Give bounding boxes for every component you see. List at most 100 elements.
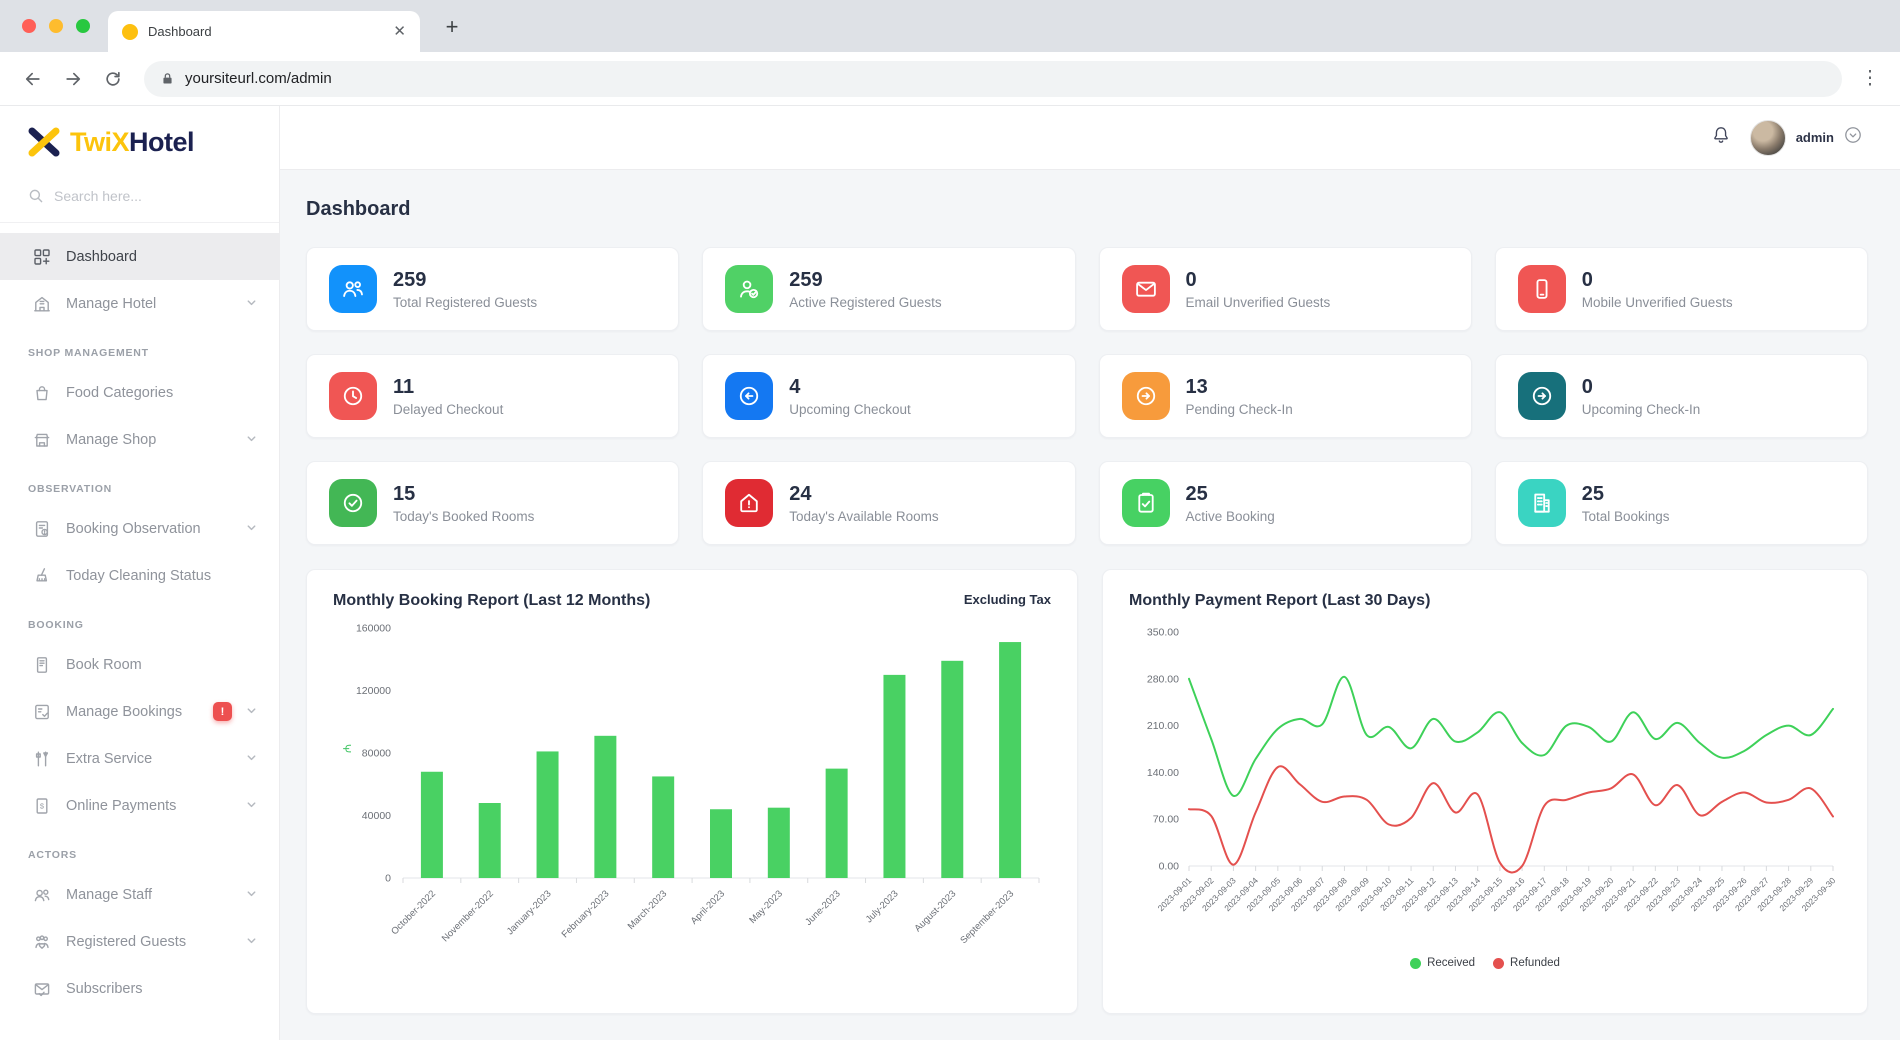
notifications-button[interactable] xyxy=(1710,124,1732,151)
stat-value: 25 xyxy=(1582,483,1670,505)
svg-text:February-2023: February-2023 xyxy=(560,888,612,940)
bell-icon xyxy=(1710,124,1732,146)
sidebar-item-label: Dashboard xyxy=(66,249,257,265)
legend-label: Refunded xyxy=(1510,957,1560,969)
svg-text:April-2023: April-2023 xyxy=(689,888,727,926)
bar-August-2023 xyxy=(941,661,963,878)
refresh-button[interactable] xyxy=(96,62,130,96)
svg-text:$: $ xyxy=(40,801,45,810)
minimize-window-button[interactable] xyxy=(49,19,63,33)
tab-close-icon[interactable]: ✕ xyxy=(393,24,406,39)
svg-text:August-2023: August-2023 xyxy=(913,888,959,934)
sidebar-item-booking-observation[interactable]: Booking Observation xyxy=(0,505,279,552)
cleaning-icon xyxy=(32,566,52,586)
brand-logo[interactable]: TwiXHotel xyxy=(0,106,279,172)
x-axis-ticks xyxy=(403,878,1039,883)
close-window-button[interactable] xyxy=(22,19,36,33)
svg-text:280.00: 280.00 xyxy=(1147,673,1179,685)
arrow-right-circle-icon xyxy=(1518,372,1566,420)
online-payments-icon: $ xyxy=(32,796,52,816)
back-button[interactable] xyxy=(16,62,50,96)
arrow-left-circle-icon xyxy=(725,372,773,420)
sidebar-item-subscribers[interactable]: Subscribers xyxy=(0,965,279,1012)
back-icon xyxy=(23,69,43,89)
svg-text:November-2022: November-2022 xyxy=(440,888,496,944)
sidebar-item-online-payments[interactable]: $Online Payments xyxy=(0,782,279,829)
stat-card-active-booking: 25 Active Booking xyxy=(1099,461,1472,545)
stat-label: Today's Booked Rooms xyxy=(393,509,534,524)
bar-May-2023 xyxy=(768,808,790,878)
alert-badge: ! xyxy=(213,702,232,721)
forward-button[interactable] xyxy=(56,62,90,96)
sidebar-section-label-actors: ACTORS xyxy=(0,829,279,871)
svg-text:March-2023: March-2023 xyxy=(626,888,670,932)
sidebar-item-manage-bookings[interactable]: Manage Bookings! xyxy=(0,688,279,735)
sidebar-section-label-observation: OBSERVATION xyxy=(0,463,279,505)
bars xyxy=(421,642,1021,878)
line-received xyxy=(1189,677,1833,796)
stat-card-total-bookings: 25 Total Bookings xyxy=(1495,461,1868,545)
clock-icon xyxy=(329,372,377,420)
sidebar-item-manage-staff[interactable]: Manage Staff xyxy=(0,871,279,918)
guests-icon xyxy=(32,932,52,952)
stat-label: Active Booking xyxy=(1186,509,1275,524)
sidebar-item-food-categories[interactable]: Food Categories xyxy=(0,369,279,416)
extra-service-icon xyxy=(32,749,52,769)
logo-text-secondary: Hotel xyxy=(129,127,194,157)
chevron-down-icon xyxy=(246,703,257,721)
stat-value: 259 xyxy=(393,269,537,291)
sidebar-item-dashboard[interactable]: Dashboard xyxy=(0,233,279,280)
stat-card-delayed-checkout: 11Delayed Checkout xyxy=(306,354,679,438)
booking-chart-subtitle: Excluding Tax xyxy=(964,592,1051,607)
lock-icon xyxy=(160,71,175,86)
sidebar-item-extra-service[interactable]: Extra Service xyxy=(0,735,279,782)
stat-label: Pending Check-In xyxy=(1186,402,1293,417)
sidebar-item-today-cleaning-status[interactable]: Today Cleaning Status xyxy=(0,552,279,599)
tab-title: Dashboard xyxy=(148,24,383,39)
logo-text: TwiXHotel xyxy=(70,127,194,158)
browser-tab-strip: Dashboard ✕ + xyxy=(0,0,1900,52)
sidebar-item-manage-shop[interactable]: Manage Shop xyxy=(0,416,279,463)
search-input[interactable] xyxy=(54,188,224,204)
svg-text:June-2023: June-2023 xyxy=(803,888,843,928)
address-bar[interactable]: yoursiteurl.com/admin xyxy=(144,61,1842,97)
new-tab-button[interactable]: + xyxy=(438,16,466,38)
legend-item-received[interactable]: Received xyxy=(1410,957,1475,969)
chevron-down-icon xyxy=(246,886,257,904)
chevron-down-icon xyxy=(246,797,257,815)
stat-card-active-registered-guests: 259Active Registered Guests xyxy=(702,247,1075,331)
sidebar-section-label-shop-management: SHOP MANAGEMENT xyxy=(0,327,279,369)
sidebar-item-label: Manage Bookings xyxy=(66,704,199,720)
page-title: Dashboard xyxy=(306,198,1868,221)
legend-label: Received xyxy=(1427,957,1475,969)
legend-dot-icon xyxy=(1493,958,1504,969)
sidebar-item-label: Manage Hotel xyxy=(66,296,232,312)
refresh-icon xyxy=(103,69,123,89)
stat-label: Mobile Unverified Guests xyxy=(1582,295,1733,310)
user-menu[interactable]: admin xyxy=(1750,120,1862,156)
payment-report-card: Monthly Payment Report (Last 30 Days) 0.… xyxy=(1102,569,1868,1014)
content: Dashboard 259Total Registered Guests259A… xyxy=(280,170,1900,1040)
svg-text:80000: 80000 xyxy=(362,748,391,760)
browser-tab[interactable]: Dashboard ✕ xyxy=(108,11,420,52)
maximize-window-button[interactable] xyxy=(76,19,90,33)
chevron-down-icon xyxy=(246,520,257,538)
sidebar-item-label: Extra Service xyxy=(66,751,232,767)
sidebar-item-manage-hotel[interactable]: Manage Hotel xyxy=(0,280,279,327)
sidebar-item-book-room[interactable]: Book Room xyxy=(0,641,279,688)
stat-value: 25 xyxy=(1186,483,1275,505)
browser-menu-button[interactable]: ⋮ xyxy=(1856,67,1884,90)
chevron-down-icon xyxy=(246,295,257,313)
booking-bar-chart: 04000080000120000160000₼October-2022Nove… xyxy=(333,616,1049,968)
stat-card-pending-check-in: 13Pending Check-In xyxy=(1099,354,1472,438)
stat-card-upcoming-check-in: 0Upcoming Check-In xyxy=(1495,354,1868,438)
bar-November-2022 xyxy=(479,803,501,878)
legend-item-refunded[interactable]: Refunded xyxy=(1493,957,1560,969)
bar-March-2023 xyxy=(652,776,674,878)
sidebar-item-registered-guests[interactable]: Registered Guests xyxy=(0,918,279,965)
y-axis-ticks: 04000080000120000160000 xyxy=(356,623,391,885)
svg-text:160000: 160000 xyxy=(356,623,391,635)
sidebar-item-label: Booking Observation xyxy=(66,521,232,537)
observation-icon xyxy=(32,519,52,539)
stat-label: Total Bookings xyxy=(1582,509,1670,524)
